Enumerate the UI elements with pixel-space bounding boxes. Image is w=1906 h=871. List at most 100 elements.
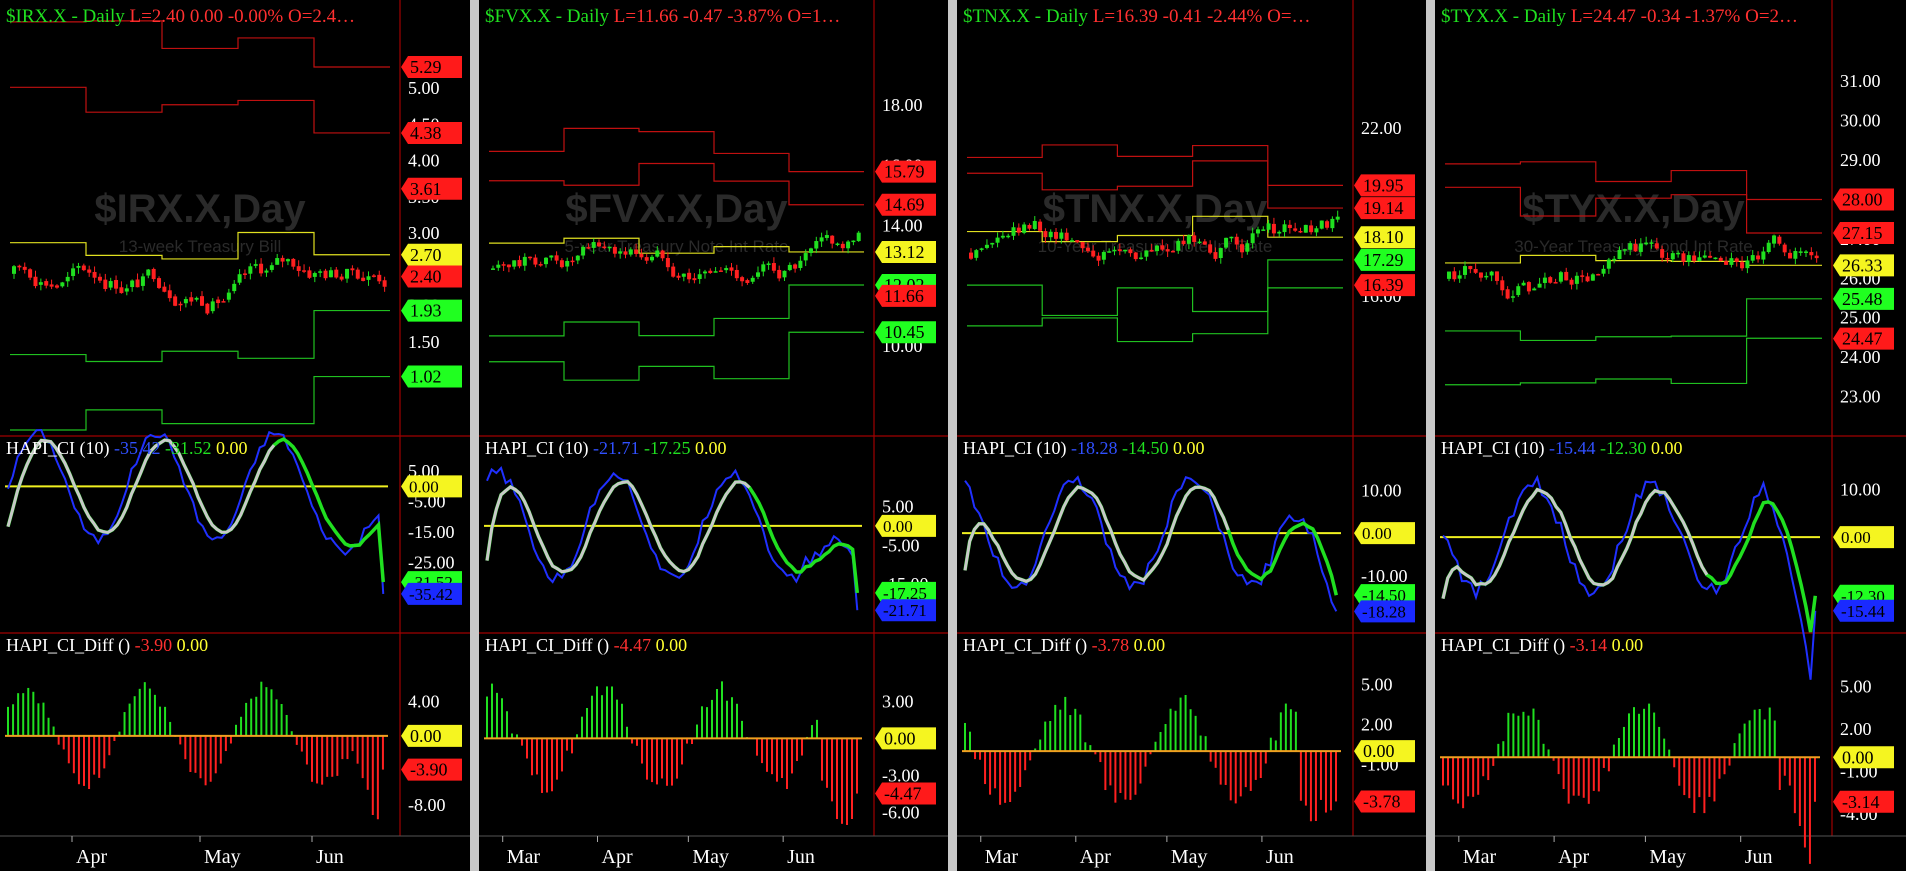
price-tick-label: 22.00 <box>1361 118 1402 138</box>
candle-body <box>1580 275 1585 277</box>
diff-header-v1: -3.14 <box>1569 635 1608 655</box>
candle-body <box>1224 237 1229 248</box>
candle-body <box>1186 235 1191 244</box>
diff-header: HAPI_CI_Diff () -3.90 0.00 <box>6 635 208 656</box>
candle-body <box>1526 282 1531 292</box>
candle-body <box>1335 216 1340 220</box>
candle-body <box>38 282 43 285</box>
price-tick-label: 5.00 <box>408 78 440 98</box>
candle-body <box>1123 249 1128 252</box>
candle-body <box>1745 260 1750 269</box>
candle-body <box>237 274 242 283</box>
candle-body <box>559 260 564 268</box>
candle-body <box>1059 232 1064 239</box>
price-tag: 27.15 <box>1833 222 1894 244</box>
candle-body <box>533 257 538 265</box>
candle-body <box>248 266 253 274</box>
candle-body <box>639 253 644 258</box>
candle-body <box>1298 230 1303 233</box>
price-tag-label: 13.12 <box>884 242 925 262</box>
candle-body <box>824 235 829 238</box>
price-tick-label: 3.00 <box>408 223 440 243</box>
candle-body <box>22 266 27 270</box>
candle-body <box>1548 277 1553 283</box>
candle-body <box>1569 279 1574 285</box>
panel-header: $IRX.X - Daily L=2.40 0.00 -0.00% O=2.4… <box>6 6 355 28</box>
candle-body <box>1564 271 1569 281</box>
price-tick-label: 18.00 <box>882 95 923 115</box>
candle-body <box>1160 245 1165 250</box>
ci-header: HAPI_CI (10) -18.28 -14.50 0.00 <box>963 438 1205 459</box>
candle-body <box>618 251 623 254</box>
candle-body <box>570 260 575 263</box>
month-label: Jun <box>1745 846 1773 868</box>
candle-body <box>71 268 76 277</box>
candle-body <box>1149 249 1154 252</box>
price-tag: 3.61 <box>401 177 462 200</box>
candle-body <box>1766 242 1771 253</box>
candle-body <box>355 269 360 279</box>
price-tag-label: 16.39 <box>1363 275 1404 295</box>
panel-separator[interactable] <box>470 0 479 871</box>
candle-body <box>835 243 840 246</box>
panel-separator[interactable] <box>1426 0 1435 871</box>
candle-body <box>1054 231 1059 239</box>
ci-tick-label: -15.00 <box>408 522 455 542</box>
candle-body <box>1330 218 1335 229</box>
candle-body <box>713 271 718 273</box>
price-tag: 17.29 <box>1354 248 1415 271</box>
candle-body <box>1702 255 1707 258</box>
ci-tag: -35.42 <box>401 582 462 605</box>
candle-body <box>97 276 102 281</box>
candle-body <box>671 266 676 277</box>
band-line <box>1445 337 1822 386</box>
candle-body <box>1064 232 1069 241</box>
candle-body <box>1112 249 1117 252</box>
candle-body <box>275 258 280 265</box>
diff-tick-label: 2.00 <box>1840 719 1872 739</box>
candle-body <box>1022 224 1027 233</box>
candle-body <box>623 251 628 255</box>
panel-tnx[interactable]: $TNX.X,Day 10-Year Treasury Note Int Rate… <box>957 0 1426 871</box>
candle-body <box>777 269 782 279</box>
candle-body <box>119 287 124 294</box>
ci-header-v1: -35.42 <box>114 438 161 458</box>
ci-header-v2: -14.50 <box>1122 438 1169 458</box>
candle-body <box>1011 227 1016 236</box>
month-label: Mar <box>507 846 541 868</box>
candle-body <box>296 266 301 271</box>
price-tag-label: 3.61 <box>410 179 442 199</box>
candle-body <box>232 283 237 292</box>
candle-body <box>1622 249 1627 251</box>
candle-body <box>210 301 215 312</box>
band-line <box>10 375 390 431</box>
candle-body <box>1516 286 1521 296</box>
panel-tyx[interactable]: $TYX.X,Day 30-Year Treasury Bond Int Rate… <box>1435 0 1906 871</box>
candle-body <box>491 268 495 270</box>
diff-header-v2: 0.00 <box>1611 635 1644 655</box>
ci-header-v3: 0.00 <box>1651 438 1683 458</box>
candle-body <box>1532 288 1537 291</box>
diff-header-v1: -3.78 <box>1091 635 1130 655</box>
candle-body <box>734 269 739 279</box>
panel-irx[interactable]: $IRX.X,Day13-week Treasury Bill5.004.504… <box>0 0 470 871</box>
candle-body <box>1170 250 1175 253</box>
candle-body <box>1006 235 1011 238</box>
candle-body <box>528 256 533 259</box>
price-tick-label: 24.00 <box>1840 347 1881 367</box>
price-tag: 26.33 <box>1833 254 1894 277</box>
candle-body <box>1128 249 1133 254</box>
header-symbol: $IRX.X - Daily <box>6 6 125 27</box>
candle-body <box>200 296 204 306</box>
month-label: May <box>204 846 241 868</box>
panel-separator[interactable] <box>948 0 957 871</box>
watermark-title: $TYX.X,Day <box>1522 187 1745 231</box>
panel-fvx[interactable]: $FVX.X,Day 5-year Treasury Note Int Rate 1… <box>479 0 948 871</box>
month-label: Jun <box>1266 846 1294 868</box>
candle-body <box>740 277 745 282</box>
candle-body <box>1494 271 1499 281</box>
candle-body <box>1218 248 1223 259</box>
candle-body <box>756 272 760 277</box>
candle-body <box>382 280 387 287</box>
ci-header: HAPI_CI (10) -21.71 -17.25 0.00 <box>485 438 727 459</box>
